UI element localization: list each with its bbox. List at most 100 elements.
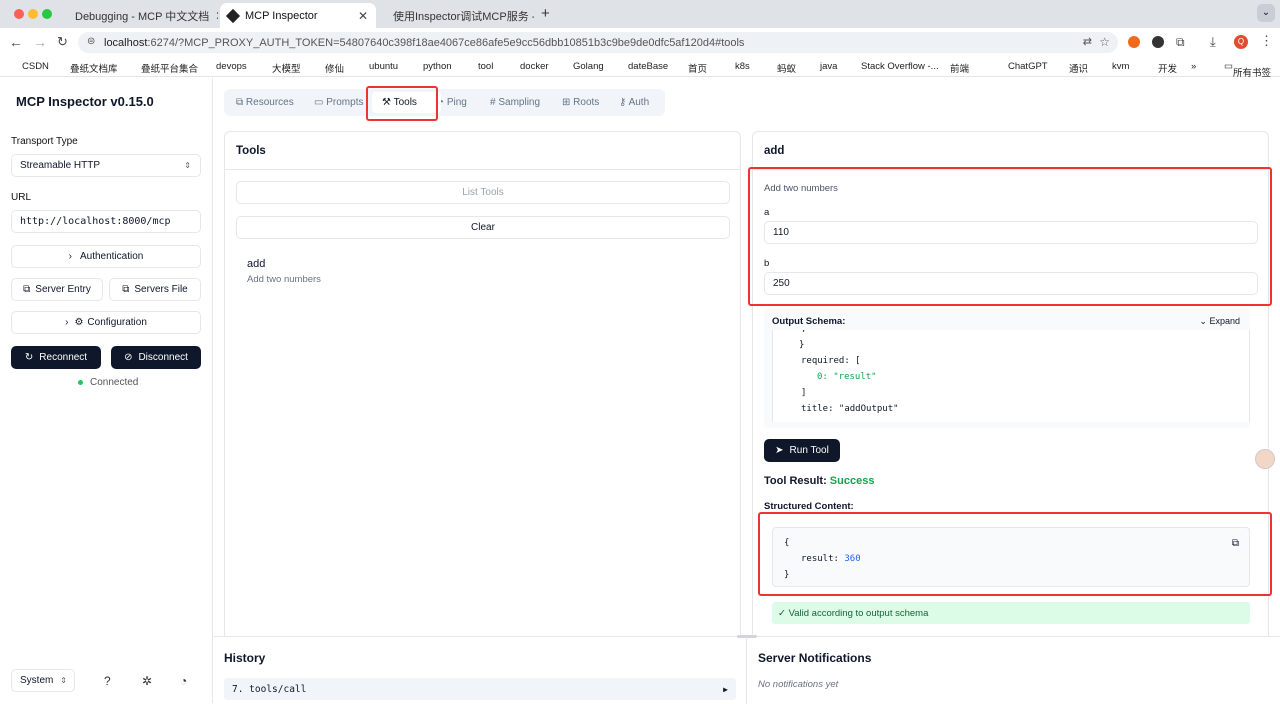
extension-icon[interactable] — [1128, 36, 1140, 48]
bookmark-item[interactable]: 大模型 — [272, 61, 301, 75]
extension-icon[interactable] — [1152, 36, 1164, 48]
bookmark-item[interactable]: 首页 — [688, 61, 707, 75]
tab-search-button[interactable]: ⌄ — [1257, 4, 1275, 22]
bookmark-item[interactable]: CSDN — [22, 61, 49, 72]
minimize-window-button[interactable] — [28, 9, 38, 19]
browser-tab-bar: Debugging - MCP 中文文档 ✕ MCP Inspector ✕ 使… — [0, 0, 1280, 28]
highlight-structured-content — [758, 512, 1272, 596]
back-icon[interactable]: ← — [9, 34, 23, 50]
status-dot-icon — [78, 380, 83, 385]
chevron-right-icon: › — [65, 317, 69, 328]
mcp-favicon-icon — [64, 11, 72, 20]
clear-button[interactable]: Clear — [236, 216, 730, 239]
run-tool-button[interactable]: ➤ Run Tool — [764, 439, 840, 462]
expand-arrow-icon[interactable]: ▶ — [723, 685, 728, 694]
select-chevron-icon: ⇕ — [60, 676, 67, 685]
bookmark-item[interactable]: ubuntu — [369, 61, 398, 72]
list-tools-button[interactable]: List Tools — [236, 181, 730, 204]
server-entry-button[interactable]: ⧉ Server Entry — [11, 278, 103, 301]
tab-title: 使用Inspector调试MCP服务 - — [393, 10, 534, 23]
extensions-puzzle-icon[interactable]: ⧉ — [1176, 35, 1185, 50]
profile-avatar[interactable]: Q — [1234, 35, 1248, 49]
history-item[interactable]: 7. tools/call ▶ — [224, 678, 736, 700]
disconnect-button[interactable]: ⊘ Disconnect — [111, 346, 201, 369]
url-path: :6274/?MCP_PROXY_AUTH_TOKEN=54807640c398… — [147, 36, 745, 49]
bookmark-item[interactable]: ChatGPT — [1008, 61, 1048, 72]
zoom-window-button[interactable] — [42, 9, 52, 19]
files-icon: ⧉ — [236, 97, 244, 108]
history-header: History — [224, 651, 266, 665]
schema-code: , } required: [ 0: "result" ] title: "ad… — [772, 330, 1250, 422]
browser-tab-debugging[interactable]: Debugging - MCP 中文文档 ✕ — [60, 3, 218, 28]
all-bookmarks-label: 所有书签 — [1232, 68, 1271, 79]
address-bar[interactable]: ⊜ localhost:6274/?MCP_PROXY_AUTH_TOKEN=5… — [78, 32, 1118, 53]
bookmark-item[interactable]: 蚂蚁 — [777, 61, 796, 75]
server-entry-label: Server Entry — [35, 284, 91, 295]
expand-button[interactable]: ⌄ Expand — [1199, 316, 1240, 327]
configuration-label: Configuration — [87, 317, 147, 328]
tab-sampling[interactable]: # Sampling — [490, 97, 540, 108]
bookmark-star-icon[interactable]: ☆ — [1099, 35, 1110, 49]
bookmark-item[interactable]: 通识 — [1069, 61, 1088, 75]
bug-icon[interactable]: ✲ — [142, 674, 152, 688]
close-tab-icon[interactable]: ✕ — [352, 9, 368, 23]
tool-item-description[interactable]: Add two numbers — [247, 274, 321, 285]
bookmark-item[interactable]: dateBase — [628, 61, 668, 72]
chevron-down-icon: ⌄ — [1199, 316, 1207, 326]
theme-select[interactable]: System ⇕ — [11, 669, 75, 692]
authentication-button[interactable]: › Authentication — [11, 245, 201, 268]
bookmark-item[interactable]: 叠纸文档库 — [70, 61, 118, 75]
bookmark-item[interactable]: 开发 — [1158, 61, 1177, 75]
bookmark-item[interactable]: 修仙 — [325, 61, 344, 75]
browser-tab-inspector-guide[interactable]: 使用Inspector调试MCP服务 - ✕ — [378, 3, 534, 28]
servers-file-label: Servers File — [134, 284, 188, 295]
all-bookmarks-button[interactable]: ▭ 所有书签 — [1224, 61, 1271, 79]
bookmark-item[interactable]: devops — [216, 61, 247, 72]
bookmark-item[interactable]: 前端 — [950, 61, 969, 75]
tools-header: Tools — [236, 145, 266, 157]
translate-icon[interactable]: ⇄ — [1083, 35, 1092, 48]
bookmark-item[interactable]: tool — [478, 61, 493, 72]
forward-icon[interactable]: → — [33, 34, 47, 50]
resize-handle[interactable] — [737, 635, 757, 638]
tab-roots[interactable]: ⊞ Roots — [562, 97, 599, 108]
tab-prompts[interactable]: ▭ Prompts — [314, 97, 363, 108]
url-input[interactable]: http://localhost:8000/mcp — [11, 210, 201, 233]
transport-type-label: Transport Type — [11, 136, 78, 147]
help-icon[interactable]: ? — [104, 674, 111, 688]
schema-line: 0: "result" — [817, 372, 877, 382]
key-icon: ⚷ — [619, 97, 627, 108]
bookmark-item[interactable]: docker — [520, 61, 549, 72]
download-icon[interactable]: ⤓ — [1210, 34, 1216, 50]
floating-assistant-avatar[interactable] — [1255, 449, 1275, 469]
bookmark-item[interactable]: java — [820, 61, 837, 72]
bookmark-item[interactable]: kvm — [1112, 61, 1129, 72]
tab-label: Auth — [628, 97, 650, 108]
tab-ping[interactable]: ◔ Ping — [438, 97, 467, 108]
notifications-header: Server Notifications — [758, 651, 872, 665]
configuration-button[interactable]: › ⚙ Configuration — [11, 311, 201, 334]
tab-auth[interactable]: ⚷ Auth — [619, 97, 649, 108]
tab-resources[interactable]: ⧉ Resources — [236, 97, 294, 108]
notifications-empty: No notifications yet — [758, 679, 839, 690]
bookmarks-overflow-button[interactable]: » — [1191, 61, 1196, 72]
new-tab-button[interactable]: + — [541, 5, 550, 22]
schema-validation-message: ✓ Valid according to output schema — [772, 602, 1250, 624]
bookmark-item[interactable]: k8s — [735, 61, 750, 72]
reload-icon[interactable]: ↻ — [57, 34, 68, 50]
transport-type-select[interactable]: Streamable HTTP ⇕ — [11, 154, 201, 177]
close-window-button[interactable] — [14, 9, 24, 19]
reconnect-button[interactable]: ↻ Reconnect — [11, 346, 101, 369]
bookmark-item[interactable]: 叠纸平台集合 — [141, 61, 198, 75]
site-info-icon[interactable]: ⊜ — [87, 36, 95, 47]
browser-tab-mcp-inspector[interactable]: MCP Inspector ✕ — [220, 3, 376, 28]
close-tab-icon[interactable]: ✕ — [209, 9, 218, 23]
bookmark-item[interactable]: python — [423, 61, 452, 72]
bookmark-item[interactable]: Stack Overflow -... — [861, 61, 939, 72]
browser-menu-icon[interactable]: ⋮ — [1260, 33, 1273, 49]
tab-label: Prompts — [326, 97, 364, 108]
github-icon[interactable]: ◔ — [180, 674, 187, 688]
tool-item-name[interactable]: add — [247, 258, 265, 270]
bookmark-item[interactable]: Golang — [573, 61, 604, 72]
servers-file-button[interactable]: ⧉ Servers File — [109, 278, 201, 301]
